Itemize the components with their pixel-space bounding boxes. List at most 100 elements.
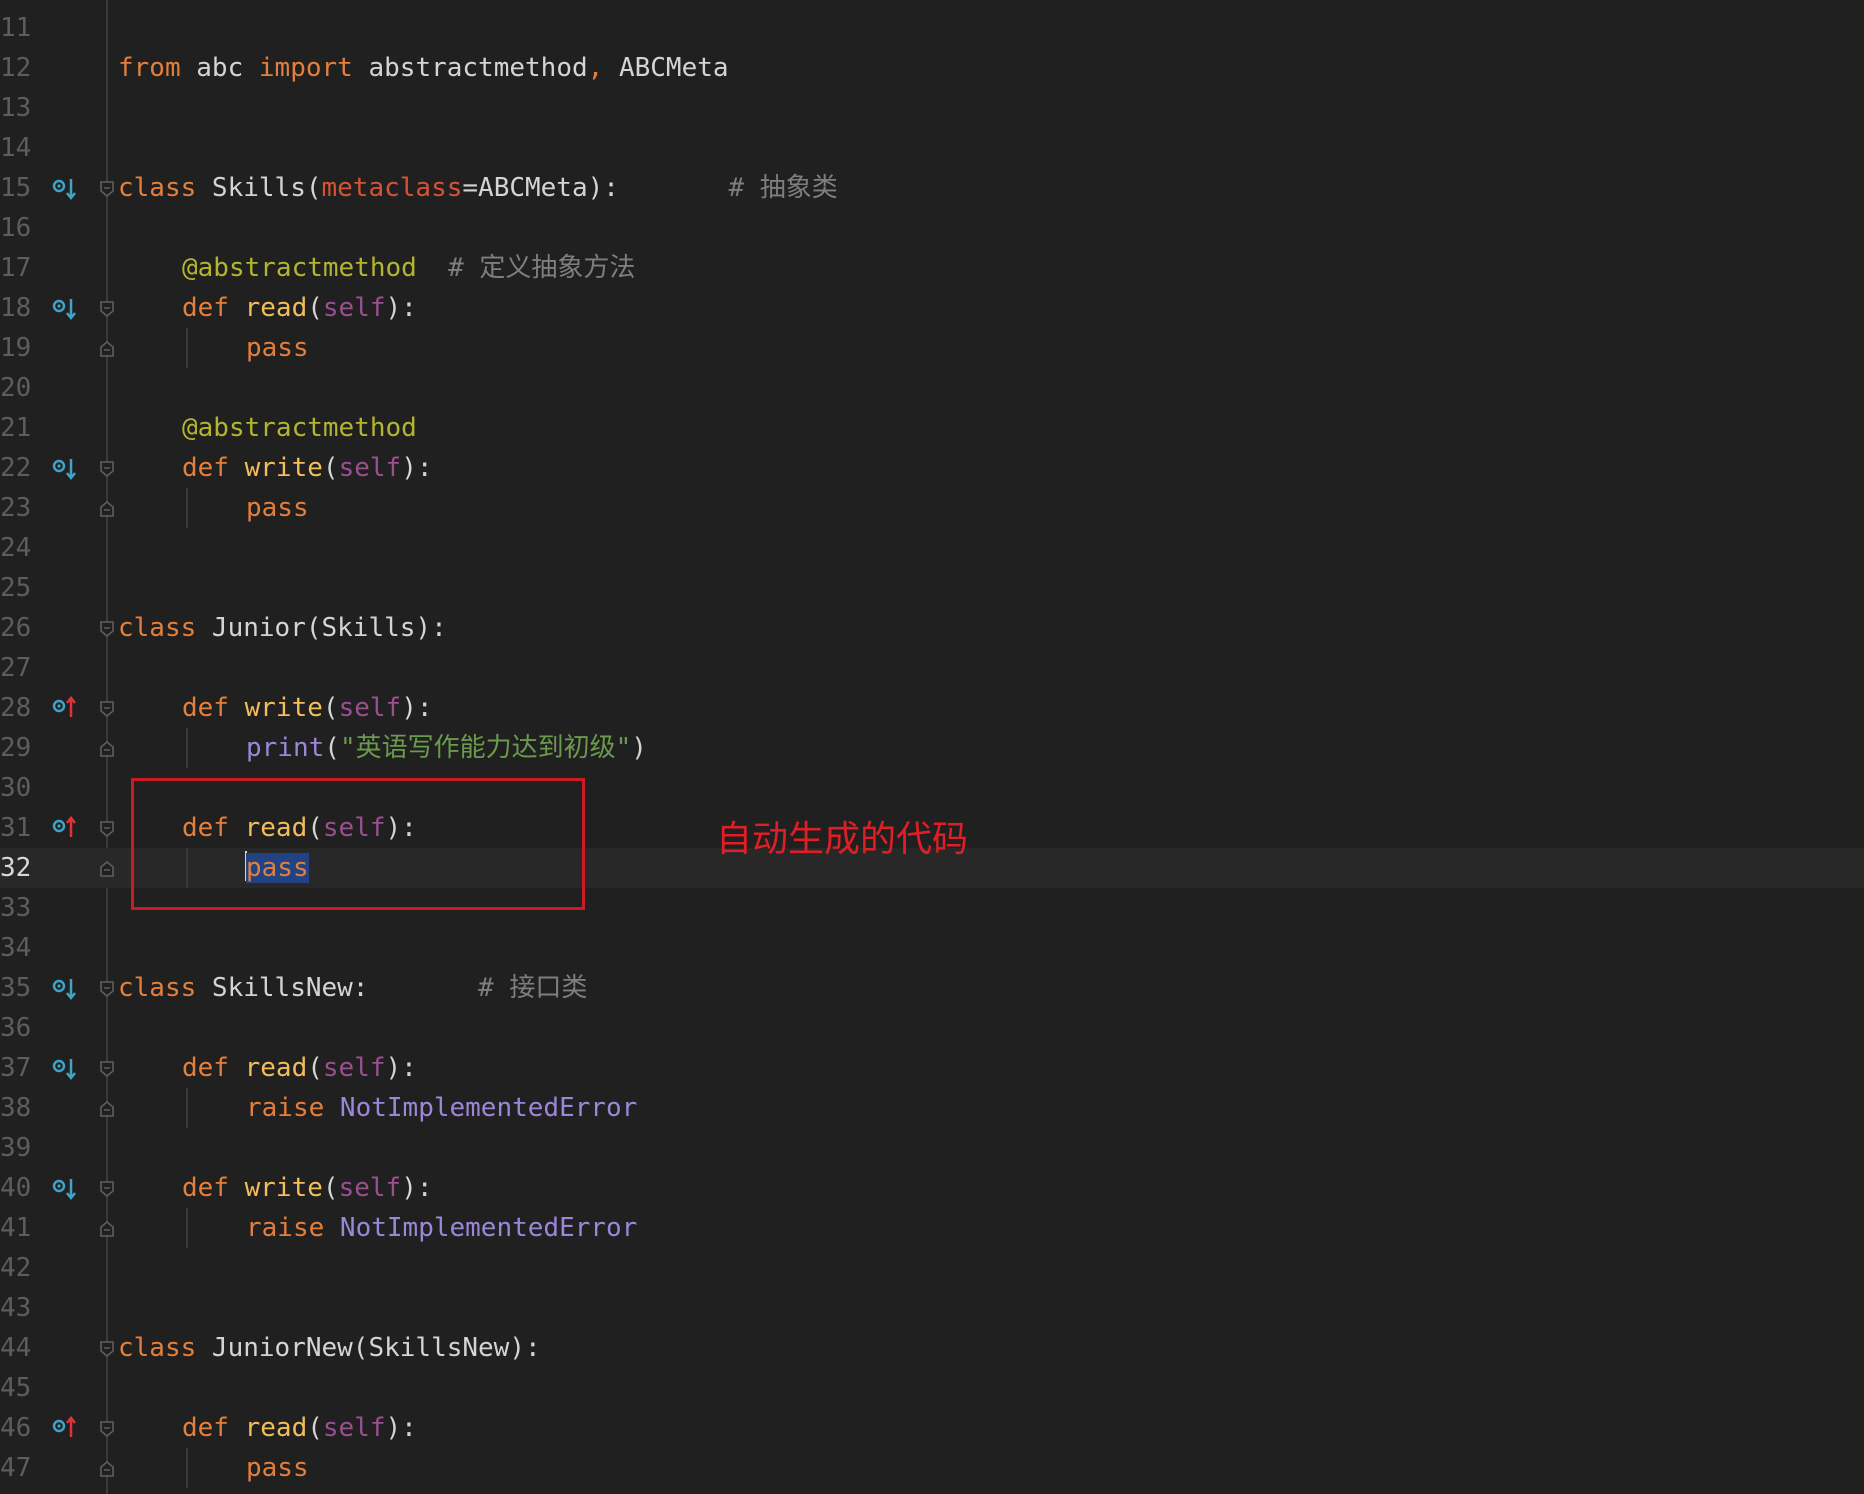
code-text[interactable]: def write(self): — [118, 688, 433, 728]
code-text[interactable]: pass — [118, 488, 309, 528]
code-text[interactable]: class SkillsNew: # 接口类 — [118, 968, 587, 1008]
override-up-icon[interactable] — [52, 696, 78, 720]
code-line-36[interactable]: 36 — [0, 1008, 1864, 1048]
code-line-18[interactable]: 18 def read(self): — [0, 288, 1864, 328]
code-text[interactable]: def read(self): — [118, 1048, 417, 1088]
fold-open-icon[interactable] — [98, 180, 116, 198]
code-text[interactable]: raise NotImplementedError — [118, 1088, 637, 1128]
fold-open-icon[interactable] — [98, 300, 116, 318]
code-text[interactable]: pass — [118, 1448, 309, 1488]
code-line-38[interactable]: 38 raise NotImplementedError — [0, 1088, 1864, 1128]
fold-close-icon[interactable] — [98, 1100, 116, 1118]
code-line-45[interactable]: 45 — [0, 1368, 1864, 1408]
fold-close-icon[interactable] — [98, 1220, 116, 1238]
code-text[interactable]: class Junior(Skills): — [118, 608, 447, 648]
code-line-27[interactable]: 27 — [0, 648, 1864, 688]
fold-open-icon[interactable] — [98, 980, 116, 998]
line-number: 21 — [0, 413, 32, 443]
implemented-down-icon[interactable] — [52, 1176, 78, 1200]
code-text[interactable]: def read(self): — [118, 1408, 417, 1448]
fold-open-icon[interactable] — [98, 1420, 116, 1438]
code-line-24[interactable]: 24 — [0, 528, 1864, 568]
fold-close-icon[interactable] — [98, 340, 116, 358]
code-line-22[interactable]: 22 def write(self): — [0, 448, 1864, 488]
code-line-15[interactable]: 15 class Skills(metaclass=ABCMeta): # 抽象类 — [0, 168, 1864, 208]
code-token: # 抽象类 — [728, 173, 838, 203]
code-text[interactable]: def read(self): — [118, 288, 417, 328]
line-number: 18 — [0, 293, 32, 323]
code-text[interactable]: pass — [118, 328, 309, 368]
fold-open-icon[interactable] — [98, 700, 116, 718]
fold-open-icon[interactable] — [98, 620, 116, 638]
code-line-26[interactable]: 26 class Junior(Skills): — [0, 608, 1864, 648]
implemented-down-icon[interactable] — [52, 456, 78, 480]
implemented-down-icon[interactable] — [52, 1056, 78, 1080]
code-line-25[interactable]: 25 — [0, 568, 1864, 608]
line-number: 30 — [0, 773, 32, 803]
code-line-43[interactable]: 43 — [0, 1288, 1864, 1328]
line-number: 16 — [0, 213, 32, 243]
code-text[interactable]: print("英语写作能力达到初级") — [118, 728, 647, 768]
code-token: ( — [307, 293, 323, 323]
code-token: ): — [401, 693, 433, 723]
code-editor[interactable]: 11 12 from abc import abstractmethod, ABCM… — [0, 0, 1864, 1494]
code-line-28[interactable]: 28 def write(self): — [0, 688, 1864, 728]
code-line-29[interactable]: 29 print("英语写作能力达到初级") — [0, 728, 1864, 768]
code-line-12[interactable]: 12 from abc import abstractmethod, ABCMet… — [0, 48, 1864, 88]
code-line-37[interactable]: 37 def read(self): — [0, 1048, 1864, 1088]
code-line-47[interactable]: 47 pass — [0, 1448, 1864, 1488]
code-line-21[interactable]: 21 @abstractmethod — [0, 408, 1864, 448]
code-text[interactable]: from abc import abstractmethod, ABCMeta — [118, 48, 729, 88]
code-line-44[interactable]: 44 class JuniorNew(SkillsNew): — [0, 1328, 1864, 1368]
override-up-icon[interactable] — [52, 1416, 78, 1440]
fold-open-icon[interactable] — [98, 820, 116, 838]
code-text[interactable]: class JuniorNew(SkillsNew): — [118, 1328, 541, 1368]
code-line-39[interactable]: 39 — [0, 1128, 1864, 1168]
code-token: def — [182, 693, 245, 723]
fold-close-icon[interactable] — [98, 860, 116, 878]
code-line-41[interactable]: 41 raise NotImplementedError — [0, 1208, 1864, 1248]
code-token: ): — [385, 1413, 417, 1443]
fold-close-icon[interactable] — [98, 1460, 116, 1478]
override-up-icon[interactable] — [52, 816, 78, 840]
code-line-17[interactable]: 17 @abstractmethod # 定义抽象方法 — [0, 248, 1864, 288]
code-text[interactable]: def write(self): — [118, 448, 433, 488]
code-token: # 定义抽象方法 — [448, 253, 636, 283]
code-line-20[interactable]: 20 — [0, 368, 1864, 408]
code-token: def — [182, 293, 245, 323]
implemented-down-icon[interactable] — [52, 976, 78, 1000]
code-token: write — [244, 1173, 323, 1203]
code-line-19[interactable]: 19 pass — [0, 328, 1864, 368]
code-token: SkillsNew: — [211, 973, 479, 1003]
line-number: 27 — [0, 653, 32, 683]
code-text[interactable]: @abstractmethod — [118, 408, 417, 448]
code-text[interactable]: class Skills(metaclass=ABCMeta): # 抽象类 — [118, 168, 838, 208]
implemented-down-icon[interactable] — [52, 296, 78, 320]
implemented-down-icon[interactable] — [52, 176, 78, 200]
code-text[interactable]: def write(self): — [118, 1168, 433, 1208]
code-text[interactable]: @abstractmethod # 定义抽象方法 — [118, 248, 635, 288]
code-token: pass — [246, 1453, 309, 1483]
code-line-11[interactable]: 11 — [0, 8, 1864, 48]
code-text[interactable]: raise NotImplementedError — [118, 1208, 637, 1248]
code-line-40[interactable]: 40 def write(self): — [0, 1168, 1864, 1208]
code-token: ): — [401, 453, 433, 483]
fold-close-icon[interactable] — [98, 740, 116, 758]
code-line-35[interactable]: 35 class SkillsNew: # 接口类 — [0, 968, 1864, 1008]
fold-open-icon[interactable] — [98, 1180, 116, 1198]
fold-close-icon[interactable] — [98, 500, 116, 518]
code-token: "英语写作能力达到初级" — [339, 733, 632, 763]
code-line-34[interactable]: 34 — [0, 928, 1864, 968]
code-line-13[interactable]: 13 — [0, 88, 1864, 128]
fold-open-icon[interactable] — [98, 1340, 116, 1358]
code-line-16[interactable]: 16 — [0, 208, 1864, 248]
code-line-46[interactable]: 46 def read(self): — [0, 1408, 1864, 1448]
code-line-14[interactable]: 14 — [0, 128, 1864, 168]
code-token: ): — [401, 1173, 433, 1203]
code-line-23[interactable]: 23 pass — [0, 488, 1864, 528]
code-line-42[interactable]: 42 — [0, 1248, 1864, 1288]
fold-open-icon[interactable] — [98, 460, 116, 478]
fold-open-icon[interactable] — [98, 1060, 116, 1078]
code-token: ( — [307, 1413, 323, 1443]
code-token: pass — [246, 493, 309, 523]
